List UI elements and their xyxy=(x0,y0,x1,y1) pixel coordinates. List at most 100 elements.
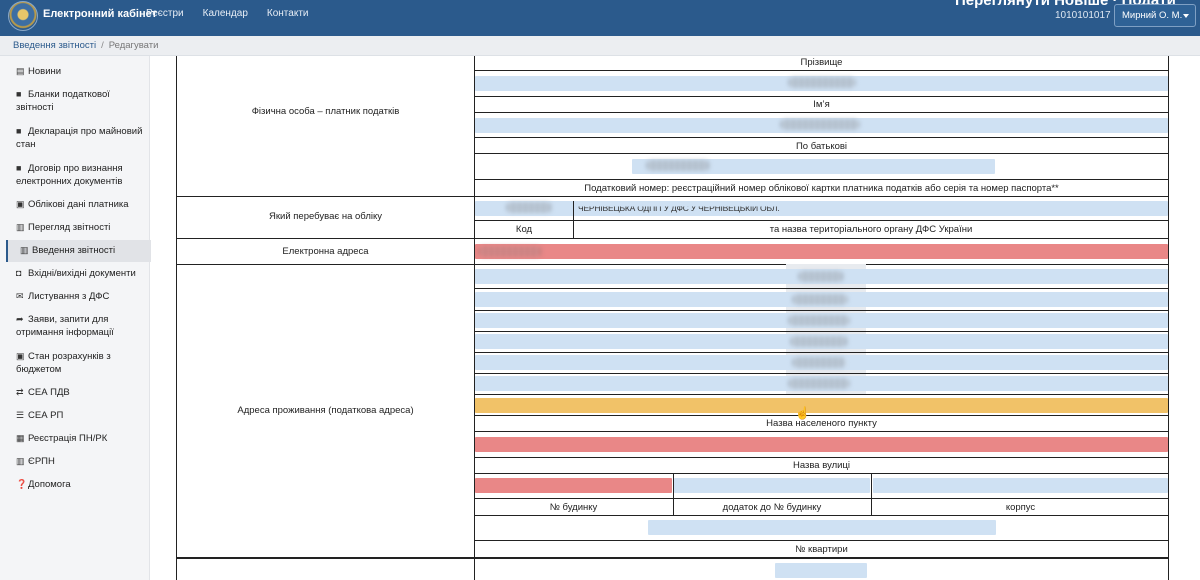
row-divider xyxy=(474,112,1169,113)
sidebar-item-sea-pdv[interactable]: ⇄ СЕА ПДВ xyxy=(16,386,146,399)
section-divider xyxy=(176,196,1169,197)
row-divider xyxy=(474,352,1169,353)
redacted-email xyxy=(478,246,542,257)
money-icon: ▣ xyxy=(16,351,25,361)
sidebar-item-enter-reports[interactable]: ▥ Введення звітності xyxy=(20,244,150,257)
question-icon: ❓ xyxy=(16,479,28,489)
nav-link-calendar[interactable]: Календар xyxy=(203,8,248,19)
house-suffix-caption: додаток до № будинку xyxy=(722,502,822,513)
sidebar-item-label: Договір про визнання електронних докумен… xyxy=(16,163,123,187)
nav-link-registries[interactable]: Реєстри xyxy=(146,8,184,19)
sidebar-item-label: ЄРПН xyxy=(28,456,55,467)
row-divider xyxy=(474,153,1169,154)
settlement-input[interactable] xyxy=(475,398,1168,413)
top-nav-links: Реєстри Календар Контакти xyxy=(146,8,308,19)
settlement-caption: Назва населеного пункту xyxy=(766,418,877,429)
row-divider xyxy=(474,515,1169,516)
sidebar-item-property-declaration[interactable]: ■ Декларація про майновий стан xyxy=(16,125,146,151)
document-icon: ▥ xyxy=(16,222,25,232)
breadcrumb-current: Редагувати xyxy=(108,40,159,51)
sidebar-item-correspondence[interactable]: ✉ Листування з ДФС xyxy=(16,290,146,303)
sidebar-item-registration-pn-rk[interactable]: ▦ Реєстрація ПН/РК xyxy=(16,432,146,445)
hand-cursor-icon: ☝ xyxy=(795,406,810,420)
sidebar-item-payer-data[interactable]: ▣ Облікові дані платника xyxy=(16,198,146,211)
building-input[interactable] xyxy=(873,478,1168,493)
redacted-address-line xyxy=(788,378,850,389)
sidebar-item-erpn[interactable]: ▥ ЄРПН xyxy=(16,455,146,468)
redacted-address-line xyxy=(798,271,844,282)
nav-link-contacts[interactable]: Контакти xyxy=(267,8,309,19)
table-border xyxy=(1168,56,1169,580)
sidebar: ▤ Новини ■ Бланки податкової звітності ■ Де… xyxy=(0,56,151,580)
row-divider xyxy=(474,431,1169,432)
patronymic-caption: По батькові xyxy=(795,141,848,152)
sidebar-item-incoming-outgoing[interactable]: ◘ Вхідні/вихідні документи xyxy=(16,267,146,280)
file-icon: ■ xyxy=(16,163,22,173)
barcode-icon: ▥ xyxy=(16,456,25,466)
sidebar-item-news[interactable]: ▤ Новини xyxy=(16,65,146,78)
person-section-label: Фізична особа – платник податків xyxy=(251,106,400,117)
sidebar-item-help[interactable]: ❓Допомога xyxy=(16,478,146,491)
sidebar-item-label: Декларація про майновий стан xyxy=(16,126,143,150)
sidebar-item-label: Стан розрахунків з бюджетом xyxy=(16,351,111,375)
row-divider xyxy=(474,137,1169,138)
sidebar-item-requests[interactable]: ➦ Заяви, запити для отримання інформації xyxy=(16,313,146,339)
row-divider xyxy=(474,473,1169,474)
breadcrumb: Введення звітності / Редагувати xyxy=(0,36,1200,56)
sidebar-item-budget-status[interactable]: ▣ Стан розрахунків з бюджетом xyxy=(16,350,146,376)
sidebar-item-label: Вхідні/вихідні документи xyxy=(28,268,136,279)
inbox-icon: ◘ xyxy=(16,268,22,278)
email-section-label: Електронна адреса xyxy=(282,246,369,257)
file-icon: ■ xyxy=(16,126,22,136)
apartment-caption: № квартири xyxy=(795,544,848,555)
taxpayer-number: 1010101017 xyxy=(1055,10,1111,21)
breadcrumb-section-link[interactable]: Введення звітності xyxy=(13,40,96,51)
row-divider xyxy=(474,394,1169,395)
row-divider xyxy=(474,96,1169,97)
redacted-address-line xyxy=(788,315,850,326)
authority-caption: та назва територіального органу ДФС Укра… xyxy=(769,224,973,235)
sidebar-item-sea-rp[interactable]: ☰ СЕА РП xyxy=(16,409,146,422)
email-input[interactable] xyxy=(475,244,1168,259)
house-number-input[interactable] xyxy=(475,478,672,493)
street-input[interactable] xyxy=(475,437,1168,452)
row-divider xyxy=(474,70,1169,71)
redacted-address-line xyxy=(790,336,848,347)
sidebar-item-label: Бланки податкової звітності xyxy=(16,89,110,113)
id-card-icon: ▣ xyxy=(16,199,25,209)
street-caption: Назва вулиці xyxy=(792,460,851,471)
sidebar-item-tax-forms[interactable]: ■ Бланки податкової звітності xyxy=(16,88,146,114)
apartment-input[interactable] xyxy=(648,520,996,535)
sidebar-item-label: Новини xyxy=(28,66,62,77)
sidebar-item-label: Листування з ДФС xyxy=(28,291,110,302)
sidebar-item-view-reports[interactable]: ▥ Перегляд звітності xyxy=(16,221,146,234)
sidebar-item-label: СЕА ПДВ xyxy=(28,387,70,398)
building-caption: корпус xyxy=(1005,502,1036,513)
emblem-logo-icon[interactable] xyxy=(8,1,38,31)
row-divider xyxy=(474,310,1169,311)
register-icon: ▦ xyxy=(16,433,25,443)
user-menu-button[interactable]: Мирний О. М. xyxy=(1114,4,1196,27)
sidebar-item-e-documents-agreement[interactable]: ■ Договір про визнання електронних докуме… xyxy=(16,162,146,188)
row-divider xyxy=(474,331,1169,332)
report-form: Фізична особа – платник податків Прізвищ… xyxy=(176,56,1170,580)
next-field-input[interactable] xyxy=(775,563,867,578)
row-divider xyxy=(474,220,1169,221)
sidebar-item-label: Реєстрація ПН/РК xyxy=(28,433,108,444)
row-divider xyxy=(474,457,1169,458)
share-icon: ➦ xyxy=(16,314,24,324)
chevron-down-icon xyxy=(1183,14,1189,18)
registered-section-label: Який перебуває на обліку xyxy=(269,211,382,222)
edit-icon: ▥ xyxy=(20,245,29,255)
house-number-caption: № будинку xyxy=(549,502,598,513)
brand-title[interactable]: Електронний кабінет xyxy=(43,8,157,20)
file-icon: ■ xyxy=(16,89,22,99)
sidebar-item-label: СЕА РП xyxy=(28,410,64,421)
redacted-address-line xyxy=(792,357,846,368)
house-suffix-input[interactable] xyxy=(674,478,870,493)
row-divider xyxy=(474,373,1169,374)
tax-id-caption: Податковий номер: реєстраційний номер об… xyxy=(584,183,1059,194)
news-icon: ▤ xyxy=(16,66,25,76)
sidebar-item-label: Введення звітності xyxy=(32,245,116,256)
exchange-icon: ⇄ xyxy=(16,387,24,397)
